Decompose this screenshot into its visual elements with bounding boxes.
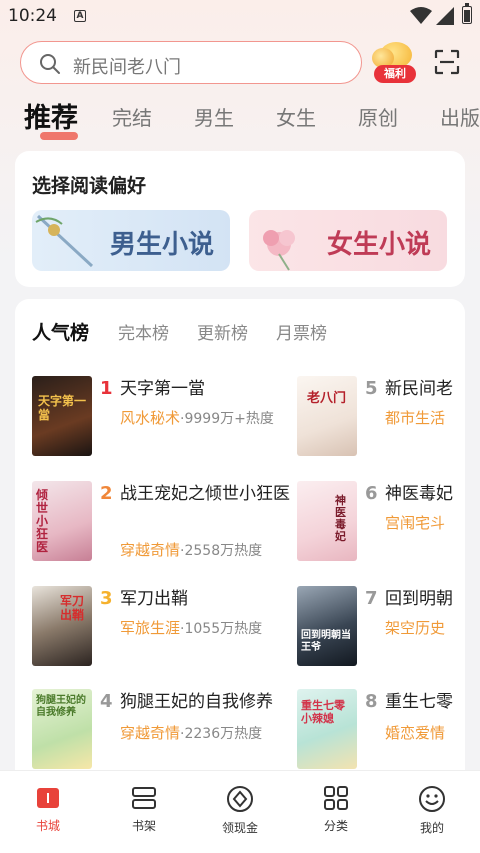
signal-icon: [436, 7, 454, 25]
book-title: 神医毒妃: [385, 484, 453, 504]
bottom-navigation: 书城 书架 领现金 分类 我的: [0, 770, 480, 853]
nav-earn-cash[interactable]: 领现金: [210, 785, 270, 836]
search-icon: [40, 54, 60, 74]
sword-illustration-icon: [35, 214, 94, 268]
list-item[interactable]: 天字第一當 1 天字第一當 风水秘术·9999万+热度: [32, 376, 322, 456]
flower-illustration-icon: [263, 230, 295, 271]
nav-bookshelf[interactable]: 书架: [114, 785, 174, 834]
rank-number: 8: [365, 691, 378, 712]
bookstore-icon: [37, 788, 59, 808]
rank-tab-popular[interactable]: 人气榜: [32, 318, 89, 345]
list-item[interactable]: 神医毒妃 6 神医毒妃 宫闱宅斗: [297, 481, 465, 561]
nav-category[interactable]: 分类: [306, 785, 366, 834]
notification-a-icon: A: [74, 10, 86, 22]
book-cover: 回到明朝当王爷: [297, 586, 357, 666]
book-cover: 老八门: [297, 376, 357, 456]
rank-number: 7: [365, 588, 378, 609]
list-item[interactable]: 军刀出鞘 3 军刀出鞘 军旅生涯·1055万热度: [32, 586, 322, 666]
book-genre: 穿越奇情: [120, 541, 181, 559]
nav-earn-cash-label: 领现金: [221, 821, 258, 835]
coin-icon: [227, 786, 253, 812]
list-item[interactable]: 倾世小狂医 2 战王宠妃之倾世小狂医 穿越奇情·2558万热度: [32, 481, 322, 561]
status-bar: 10:24 A: [0, 0, 480, 34]
male-novel-button[interactable]: 男生小说: [32, 210, 230, 271]
rank-number: 3: [100, 588, 113, 609]
book-cover: 神医毒妃: [297, 481, 357, 561]
book-title: 军刀出鞘: [120, 589, 188, 609]
smiley-profile-icon: [419, 786, 445, 812]
tab-female[interactable]: 女生: [276, 102, 316, 131]
rank-tab-updated[interactable]: 更新榜: [197, 319, 248, 344]
tab-original[interactable]: 原创: [358, 102, 398, 131]
male-novel-label: 男生小说: [110, 230, 215, 260]
book-genre: 都市生活: [385, 409, 446, 427]
tab-recommend[interactable]: 推荐: [24, 96, 78, 135]
book-cover: 军刀出鞘: [32, 586, 92, 666]
ranking-card: 人气榜 完本榜 更新榜 月票榜 天字第一當 1 天字第一當 风水秘术·9999万…: [15, 299, 465, 779]
wifi-icon: [410, 7, 432, 24]
reward-tag: 福利: [374, 65, 416, 83]
tab-published[interactable]: 出版: [440, 102, 480, 131]
tab-active-indicator: [40, 132, 78, 140]
book-genre: 宫闱宅斗: [385, 514, 446, 532]
book-heat: ·2558万热度: [180, 543, 263, 559]
book-genre: 穿越奇情: [120, 724, 181, 742]
book-title: 重生七零: [385, 692, 453, 712]
female-novel-label: 女生小说: [327, 230, 432, 260]
rank-number: 1: [100, 378, 113, 399]
category-grid-icon: [324, 786, 348, 810]
bookshelf-icon: [132, 787, 156, 809]
category-tabs: 推荐 完结 男生 女生 原创 出版: [0, 96, 480, 140]
preference-title: 选择阅读偏好: [32, 175, 147, 197]
book-cover: 倾世小狂医: [32, 481, 92, 561]
status-time: 10:24: [8, 6, 57, 26]
book-heat: ·2236万热度: [180, 726, 263, 742]
book-genre: 架空历史: [385, 619, 446, 637]
female-novel-button[interactable]: 女生小说: [249, 210, 447, 271]
book-genre: 婚恋爱情: [385, 724, 446, 742]
book-genre: 军旅生涯: [120, 619, 181, 637]
book-title: 回到明朝: [385, 589, 453, 609]
rank-number: 6: [365, 483, 378, 504]
battery-icon: [462, 3, 472, 24]
search-bar[interactable]: 新民间老八门: [20, 41, 362, 84]
book-title: 战王宠妃之倾世小狂医: [120, 484, 290, 504]
rank-number: 5: [365, 378, 378, 399]
scan-icon[interactable]: [434, 49, 460, 75]
nav-bookshelf-label: 书架: [131, 819, 156, 833]
nav-bookstore-label: 书城: [35, 819, 60, 833]
nav-category-label: 分类: [323, 819, 348, 833]
rank-number: 4: [100, 691, 113, 712]
search-placeholder: 新民间老八门: [73, 57, 181, 78]
list-item[interactable]: 回到明朝当王爷 7 回到明朝 架空历史: [297, 586, 465, 666]
reward-button[interactable]: 福利: [372, 42, 418, 83]
rank-tab-monthly[interactable]: 月票榜: [276, 319, 327, 344]
book-title: 狗腿王妃的自我修养: [120, 692, 273, 712]
book-heat: ·1055万热度: [180, 621, 263, 637]
book-cover: 天字第一當: [32, 376, 92, 456]
book-genre: 风水秘术: [120, 409, 181, 427]
book-heat: ·9999万+热度: [180, 411, 274, 427]
rank-number: 2: [100, 483, 113, 504]
reading-preference-card: 选择阅读偏好 男生小说 女生小说: [15, 151, 465, 287]
rank-tab-completed[interactable]: 完本榜: [118, 319, 169, 344]
list-item[interactable]: 老八门 5 新民间老 都市生活: [297, 376, 465, 456]
list-item[interactable]: 重生七零小辣媳 8 重生七零 婚恋爱情: [297, 689, 465, 769]
tab-male[interactable]: 男生: [194, 102, 234, 131]
book-cover: 狗腿王妃的自我修养: [32, 689, 92, 769]
nav-profile[interactable]: 我的: [402, 785, 462, 836]
nav-profile-label: 我的: [419, 821, 444, 835]
list-item[interactable]: 狗腿王妃的自我修养 4 狗腿王妃的自我修养 穿越奇情·2236万热度: [32, 689, 322, 769]
tab-completed[interactable]: 完结: [112, 102, 152, 131]
book-cover: 重生七零小辣媳: [297, 689, 357, 769]
book-title: 新民间老: [385, 379, 453, 399]
book-title: 天字第一當: [120, 379, 205, 399]
nav-bookstore[interactable]: 书城: [18, 785, 78, 834]
